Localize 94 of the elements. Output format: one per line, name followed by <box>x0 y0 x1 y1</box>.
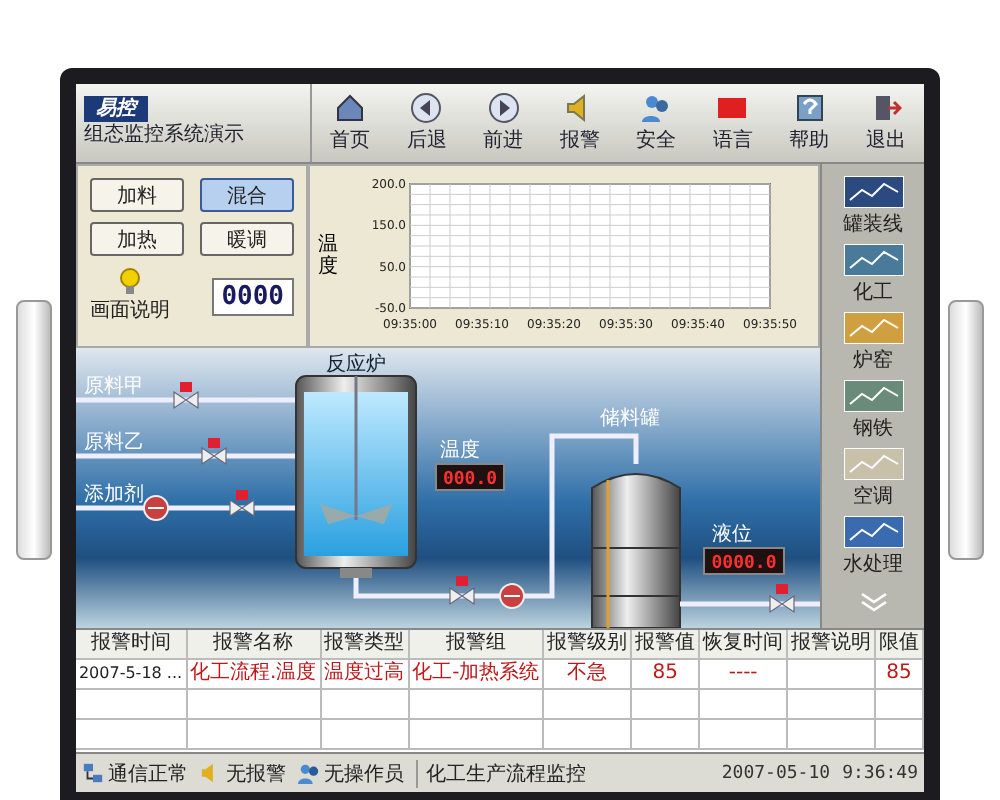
flag-icon <box>716 92 749 124</box>
table-cell: 化工-加热系统 <box>409 660 545 690</box>
table-cell <box>788 660 877 690</box>
sidebar-item[interactable]: 化工 <box>823 240 923 308</box>
users-icon <box>640 92 673 124</box>
temperature-display: 000.0 <box>435 463 505 491</box>
valve-icon[interactable] <box>229 490 255 518</box>
empty-table-cell <box>187 720 322 750</box>
sidebar-item[interactable]: 空调 <box>823 444 923 512</box>
empty-table-cell <box>788 690 877 720</box>
counter-display: 0000 <box>211 277 294 315</box>
mode-button[interactable]: 加料 <box>90 178 184 212</box>
screen-title: 化工生产流程监控 <box>416 759 710 787</box>
empty-table-cell <box>632 720 701 750</box>
house-icon <box>334 92 367 124</box>
logo: 易控 <box>84 96 148 122</box>
toolbar-button[interactable]: 首页 <box>312 84 389 162</box>
valve-icon[interactable] <box>769 584 795 614</box>
empty-table-cell <box>409 690 545 720</box>
valve-icon[interactable] <box>449 576 475 606</box>
table-cell: 化工流程.温度 <box>187 660 322 690</box>
sidebar-item[interactable]: 钢铁 <box>823 376 923 444</box>
empty-table-cell <box>632 690 701 720</box>
status-date: 2007-05-10 <box>721 763 831 783</box>
double-chevron-icon <box>857 592 889 612</box>
valve-icon[interactable] <box>201 438 227 466</box>
column-header: 限值 <box>876 630 924 660</box>
column-header: 报警级别 <box>544 630 633 660</box>
empty-table-cell <box>700 690 789 720</box>
toolbar-button[interactable]: 后退 <box>388 84 465 162</box>
status-text: 无操作员 <box>324 761 404 787</box>
thumbnail-icon <box>843 243 903 275</box>
sidebar-item[interactable]: 水处理 <box>823 512 923 580</box>
empty-table-cell <box>544 690 633 720</box>
temperature-label: 温度 <box>440 440 480 462</box>
status-text: 通信正常 <box>108 761 188 787</box>
column-header: 报警说明 <box>788 630 877 660</box>
lightbulb-icon <box>118 268 142 296</box>
toolbar-button[interactable]: 安全 <box>618 84 695 162</box>
pipe-label: 添加剂 <box>84 484 144 506</box>
column-header: 恢复时间 <box>700 630 789 660</box>
thumbnail-icon <box>843 379 903 411</box>
thumbnail-icon <box>843 175 903 207</box>
column-header: 报警类型 <box>321 630 410 660</box>
empty-table-cell <box>788 720 877 750</box>
column-header: 报警时间 <box>76 630 188 660</box>
reactor-label: 反应炉 <box>326 354 386 376</box>
pipe-label: 原料甲 <box>84 376 144 398</box>
empty-table-cell <box>876 720 924 750</box>
users-icon <box>298 762 320 784</box>
empty-table-cell <box>409 720 545 750</box>
empty-table-cell <box>876 690 924 720</box>
help-icon <box>793 92 826 124</box>
tank-label: 储料罐 <box>600 408 660 430</box>
toolbar-button[interactable]: 退出 <box>847 84 924 162</box>
empty-table-cell <box>76 690 188 720</box>
axis-label: 温度 <box>318 234 338 278</box>
table-cell: 85 <box>876 660 924 690</box>
empty-table-cell <box>321 720 410 750</box>
empty-table-cell <box>544 720 633 750</box>
empty-table-cell <box>187 690 322 720</box>
pipe-label: 原料乙 <box>84 432 144 454</box>
toolbar-button[interactable]: 报警 <box>541 84 618 162</box>
table-cell: 温度过高 <box>321 660 410 690</box>
toolbar-button[interactable]: 前进 <box>465 84 542 162</box>
mode-button[interactable]: 混合 <box>200 178 294 212</box>
column-header: 报警组 <box>409 630 545 660</box>
thumbnail-icon <box>843 447 903 479</box>
toolbar-button[interactable]: 帮助 <box>771 84 848 162</box>
column-header: 报警名称 <box>187 630 322 660</box>
network-icon <box>82 762 104 784</box>
table-cell: ---- <box>700 660 789 690</box>
empty-table-cell <box>321 690 410 720</box>
sidebar-item[interactable]: 炉窑 <box>823 308 923 376</box>
column-header: 报警值 <box>632 630 701 660</box>
app-title: 组态监控系统演示 <box>84 122 246 150</box>
thumbnail-icon <box>843 515 903 547</box>
sidebar-item[interactable]: 罐装线 <box>823 172 923 240</box>
thumbnail-icon <box>843 311 903 343</box>
valve-icon[interactable] <box>173 382 199 410</box>
pipe <box>680 601 820 607</box>
table-cell: 不急 <box>544 660 633 690</box>
table-cell: 2007-5-18 ... <box>76 660 188 690</box>
level-label: 液位 <box>712 524 752 546</box>
table-cell: 85 <box>632 660 701 690</box>
empty-table-cell <box>700 720 789 750</box>
help-label: 画面说明 <box>90 298 170 324</box>
level-display: 0000.0 <box>703 547 785 575</box>
mode-button[interactable]: 加热 <box>90 222 184 256</box>
toolbar-button[interactable]: 语言 <box>694 84 771 162</box>
empty-table-cell <box>76 720 188 750</box>
status-text: 无报警 <box>226 761 286 787</box>
mode-button[interactable]: 暖调 <box>200 222 294 256</box>
status-time: 9:36:49 <box>842 763 918 783</box>
